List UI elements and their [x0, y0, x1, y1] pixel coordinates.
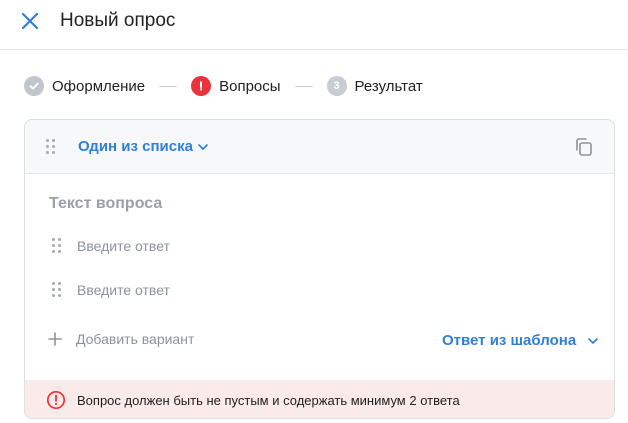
question-card-header: Один из списка [25, 120, 614, 174]
validation-error-banner: Вопрос должен быть не пустым и содержать… [25, 380, 614, 418]
drag-handle-icon[interactable] [46, 139, 56, 155]
exclamation-circle-icon [191, 76, 212, 96]
close-icon[interactable] [18, 9, 42, 33]
answer-template-dropdown[interactable]: Ответ из шаблона [442, 332, 599, 349]
question-type-label: Один из списка [78, 138, 193, 155]
plus-icon [48, 332, 62, 346]
chevron-down-icon [198, 143, 208, 150]
question-card: Один из списка Текст вопроса Введите отв… [24, 119, 615, 419]
error-message: Вопрос должен быть не пустым и содержать… [77, 392, 460, 408]
drag-handle-icon[interactable] [52, 282, 62, 298]
question-text-input[interactable]: Текст вопроса [49, 195, 162, 213]
answer-input[interactable]: Введите ответ [77, 282, 170, 298]
step-label: Оформление [52, 77, 146, 95]
answer-input[interactable]: Введите ответ [77, 238, 170, 254]
step-label: Результат [354, 77, 423, 95]
step-result[interactable]: 3 Результат [326, 76, 423, 96]
copy-icon[interactable] [573, 136, 595, 158]
drag-handle-icon[interactable] [52, 238, 62, 254]
add-variant-button[interactable]: Добавить вариант [47, 331, 194, 347]
check-circle-icon [24, 76, 44, 96]
stepper: Оформление Вопросы 3 Результат [24, 75, 423, 97]
step-design[interactable]: Оформление [24, 76, 145, 96]
page-title: Новый опрос [60, 10, 176, 31]
add-variant-label: Добавить вариант [76, 331, 195, 347]
step-number-badge: 3 [326, 76, 347, 96]
step-separator [294, 85, 313, 87]
question-type-dropdown[interactable]: Один из списка [78, 138, 209, 155]
step-questions[interactable]: Вопросы [191, 76, 281, 96]
exclamation-circle-icon [46, 390, 66, 410]
chevron-down-icon [588, 337, 598, 344]
step-label: Вопросы [219, 77, 281, 95]
step-separator [159, 85, 178, 87]
header: Новый опрос [0, 0, 628, 50]
answer-template-label: Ответ из шаблона [442, 332, 577, 349]
